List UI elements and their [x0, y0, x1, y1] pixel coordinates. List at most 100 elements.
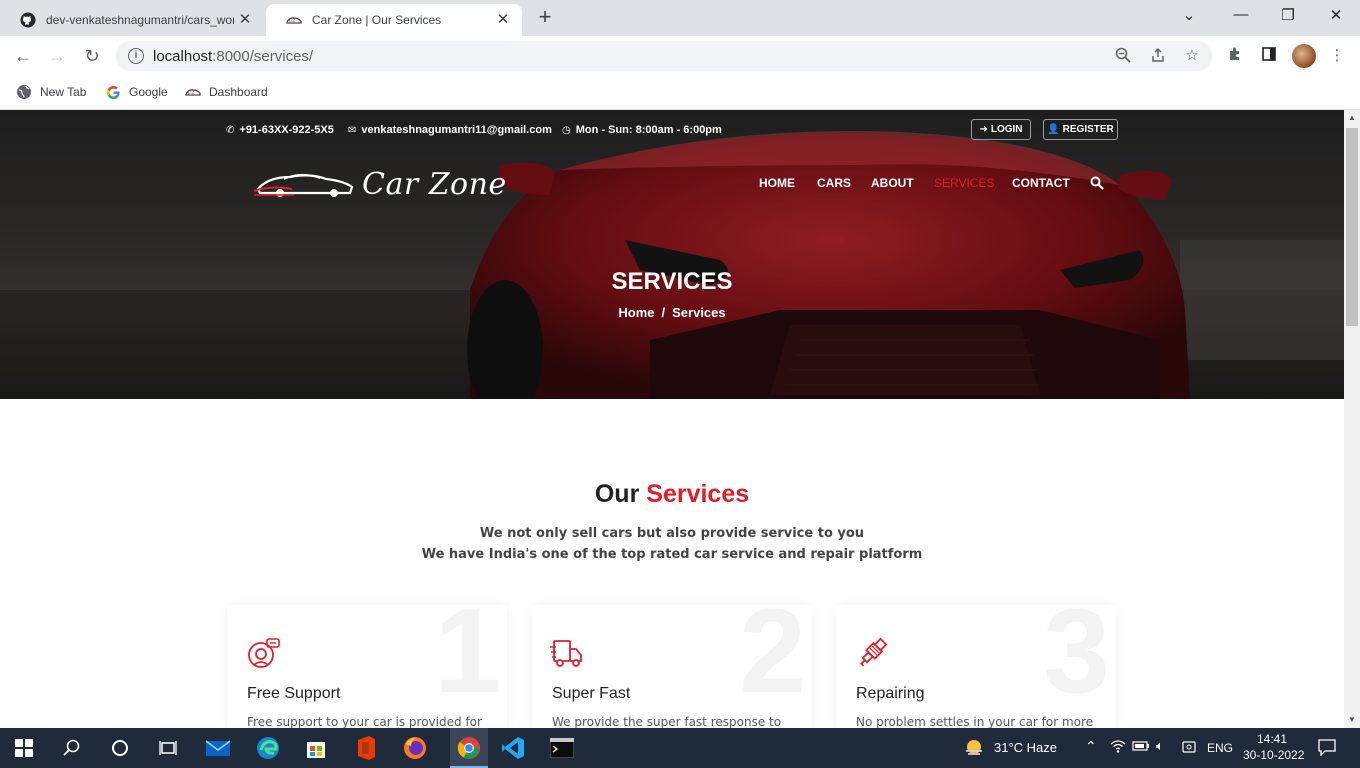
svg-text:cz: cz — [188, 89, 195, 96]
service-card-free-support: 1 Free Support Free support to your car … — [227, 605, 507, 728]
breadcrumb-current: Services — [672, 305, 726, 320]
office-icon[interactable] — [352, 734, 380, 762]
support-headset-icon — [248, 638, 280, 668]
chrome-icon[interactable] — [450, 728, 488, 768]
search-icon[interactable] — [1090, 176, 1104, 190]
clock-time[interactable]: 14:41 — [1257, 732, 1287, 746]
new-tab-button[interactable]: + — [534, 6, 556, 28]
login-button[interactable]: ➜ LOGIN — [971, 119, 1031, 140]
nav-contact[interactable]: CONTACT — [1012, 176, 1070, 190]
weather-text[interactable]: 31°C Haze — [994, 740, 1057, 755]
topbar-email: ✉ venkateshnagumantri11@gmail.com — [348, 124, 552, 136]
mail-icon[interactable] — [204, 734, 232, 762]
windows-taskbar: 31°C Haze ⌃ 🔈︎ ENG 14:41 30-10-2022 — [0, 728, 1360, 768]
browser-tab-bar: dev-venkateshnagumantri/cars_wor ✕ cz Ca… — [0, 0, 1360, 36]
clock-icon: ◷ — [562, 124, 571, 136]
share-icon[interactable] — [1149, 47, 1167, 65]
site-logo[interactable]: Car Zone — [254, 164, 507, 204]
zoom-icon[interactable] — [1114, 47, 1132, 65]
extensions-icon[interactable] — [1225, 46, 1245, 66]
site-info-icon[interactable]: i — [128, 48, 144, 64]
language-indicator[interactable]: ENG — [1207, 741, 1233, 755]
tab-title: dev-venkateshnagumantri/cars_wor — [46, 13, 234, 27]
card-title: Free Support — [247, 685, 341, 702]
cortana-icon[interactable] — [106, 734, 134, 762]
register-button[interactable]: 👤 REGISTER — [1043, 119, 1118, 140]
page-viewport: ✆ +91-63XX-922-5X5 ✉ venkateshnagumantri11… — [0, 110, 1344, 728]
notifications-icon[interactable] — [1318, 739, 1336, 759]
close-tab-icon[interactable]: ✕ — [494, 11, 512, 29]
clock-date[interactable]: 30-10-2022 — [1243, 748, 1304, 762]
scrollbar-thumb[interactable] — [1346, 128, 1358, 326]
envelope-icon: ✉ — [348, 124, 357, 136]
reload-icon[interactable]: ↻ — [80, 44, 104, 68]
card-title: Repairing — [856, 685, 925, 702]
nav-about[interactable]: ABOUT — [871, 176, 914, 190]
battery-icon[interactable] — [1132, 739, 1150, 756]
forward-icon[interactable]: → — [45, 44, 69, 68]
delivery-truck-icon — [550, 640, 582, 667]
carzone-favicon: cz — [286, 12, 302, 28]
search-icon[interactable] — [58, 734, 86, 762]
scroll-up-icon[interactable]: ▲ — [1344, 110, 1360, 126]
browser-tab-github[interactable]: dev-venkateshnagumantri/cars_wor ✕ — [0, 4, 264, 36]
services-heading: Our Services — [594, 480, 750, 508]
scroll-down-icon[interactable]: ▼ — [1344, 712, 1360, 728]
card-text: Free support to your car is provided for — [247, 715, 482, 728]
restore-icon[interactable]: ❐ — [1276, 6, 1300, 26]
volume-icon[interactable]: 🔈︎ — [1156, 738, 1164, 754]
edge-icon[interactable] — [254, 734, 282, 762]
browser-menu-icon[interactable]: ⋮ — [1327, 46, 1347, 66]
bookmark-google[interactable]: Google — [105, 82, 168, 102]
phone-icon: ✆ — [226, 124, 235, 136]
globe-icon — [16, 84, 32, 100]
terminal-icon[interactable] — [548, 734, 576, 762]
spark-plug-icon — [860, 637, 888, 667]
nav-services[interactable]: SERVICES — [934, 176, 994, 190]
user-icon: 👤 — [1047, 124, 1060, 135]
topbar-phone: ✆ +91-63XX-922-5X5 — [226, 124, 334, 136]
card-text: We provide the super fast response to — [552, 715, 782, 728]
hero-banner: ✆ +91-63XX-922-5X5 ✉ venkateshnagumantri11… — [0, 110, 1344, 399]
side-panel-icon[interactable] — [1259, 46, 1279, 66]
close-tab-icon[interactable]: ✕ — [236, 11, 254, 29]
google-icon — [105, 84, 121, 100]
windows-start-icon[interactable] — [10, 734, 38, 762]
card-number: 2 — [739, 605, 806, 718]
page-scrollbar[interactable]: ▲ ▼ — [1344, 110, 1360, 728]
logo-text: Car Zone — [362, 166, 507, 202]
weather-haze-icon[interactable] — [960, 734, 988, 762]
address-url: localhost:8000/services/ — [153, 48, 314, 65]
bookmarks-bar: New Tab Google cz Dashboard — [0, 76, 1360, 110]
store-icon[interactable] — [302, 734, 330, 762]
nav-cars[interactable]: CARS — [817, 176, 851, 190]
github-icon — [20, 12, 36, 28]
card-number: 1 — [434, 605, 501, 718]
topbar-hours: ◷ Mon - Sun: 8:00am - 6:00pm — [562, 124, 722, 136]
card-number: 3 — [1043, 605, 1110, 718]
logo-car-icon — [254, 173, 354, 197]
tray-overflow-icon[interactable]: ⌃ — [1085, 738, 1097, 755]
bookmark-new-tab[interactable]: New Tab — [16, 82, 86, 102]
firefox-icon[interactable] — [401, 734, 429, 762]
services-subtitle: We have India's one of the top rated car… — [421, 547, 923, 562]
browser-tab-car-zone[interactable]: cz Car Zone | Our Services ✕ — [266, 4, 522, 36]
address-bar[interactable]: i localhost:8000/services/ ☆ — [116, 41, 1212, 71]
bookmark-star-icon[interactable]: ☆ — [1183, 47, 1201, 65]
close-window-icon[interactable]: ✕ — [1324, 6, 1348, 26]
bookmark-dashboard[interactable]: cz Dashboard — [185, 82, 268, 102]
back-icon[interactable]: ← — [11, 44, 35, 68]
sign-in-icon: ➜ — [979, 124, 988, 135]
minimize-icon[interactable]: — — [1229, 6, 1253, 26]
profile-avatar[interactable] — [1292, 44, 1316, 68]
tab-search-icon[interactable]: ⌄ — [1177, 6, 1201, 26]
vscode-icon[interactable] — [499, 734, 527, 762]
card-title: Super Fast — [552, 685, 631, 702]
meet-now-icon[interactable] — [1182, 739, 1196, 756]
task-view-icon[interactable] — [154, 734, 182, 762]
breadcrumb-home[interactable]: Home — [618, 305, 654, 320]
network-icon[interactable] — [1110, 739, 1126, 756]
page-title: SERVICES — [611, 268, 733, 295]
nav-home[interactable]: HOME — [759, 176, 795, 190]
site-topbar: ✆ +91-63XX-922-5X5 ✉ venkateshnagumantri11… — [0, 110, 1344, 150]
